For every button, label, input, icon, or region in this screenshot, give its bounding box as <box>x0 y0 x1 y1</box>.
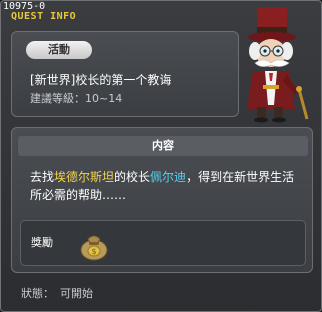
desc-npc: 佩尔迪 <box>150 170 187 184</box>
quest-content-panel: 内容 去找埃德尔斯坦的校长佩尔迪，得到在新世界生活所必需的帮助…… 獎勵 $ <box>11 127 313 273</box>
reward-box: 獎勵 $ <box>20 220 306 266</box>
quest-info-window: 10975-0 QUEST INFO 活動 [新世界]校长的第一个教诲 建議等級… <box>0 0 322 312</box>
status-label: 狀態： <box>21 287 54 300</box>
level-requirement: 建議等級：10~14 <box>30 92 123 105</box>
svg-text:$: $ <box>91 247 96 256</box>
npc-principal-portrait <box>247 7 309 123</box>
desc-text-2: 的校长 <box>114 170 151 184</box>
window-title: QUEST INFO <box>11 11 77 22</box>
quest-description: 去找埃德尔斯坦的校长佩尔迪，得到在新世界生活所必需的帮助…… <box>30 168 302 204</box>
desc-location: 埃德尔斯坦 <box>54 170 115 184</box>
status-value: 可開始 <box>60 287 93 300</box>
quest-category-badge: 活動 <box>26 41 92 59</box>
money-bag-icon[interactable]: $ <box>77 227 111 261</box>
quest-summary-panel: 活動 [新世界]校长的第一个教诲 建議等級：10~14 <box>11 31 239 117</box>
content-header: 内容 <box>18 136 308 156</box>
quest-status: 狀態： 可開始 <box>21 287 99 301</box>
reward-label: 獎勵 <box>31 236 53 249</box>
desc-text-1: 去找 <box>30 170 55 184</box>
quest-name: [新世界]校长的第一个教诲 <box>30 73 172 87</box>
